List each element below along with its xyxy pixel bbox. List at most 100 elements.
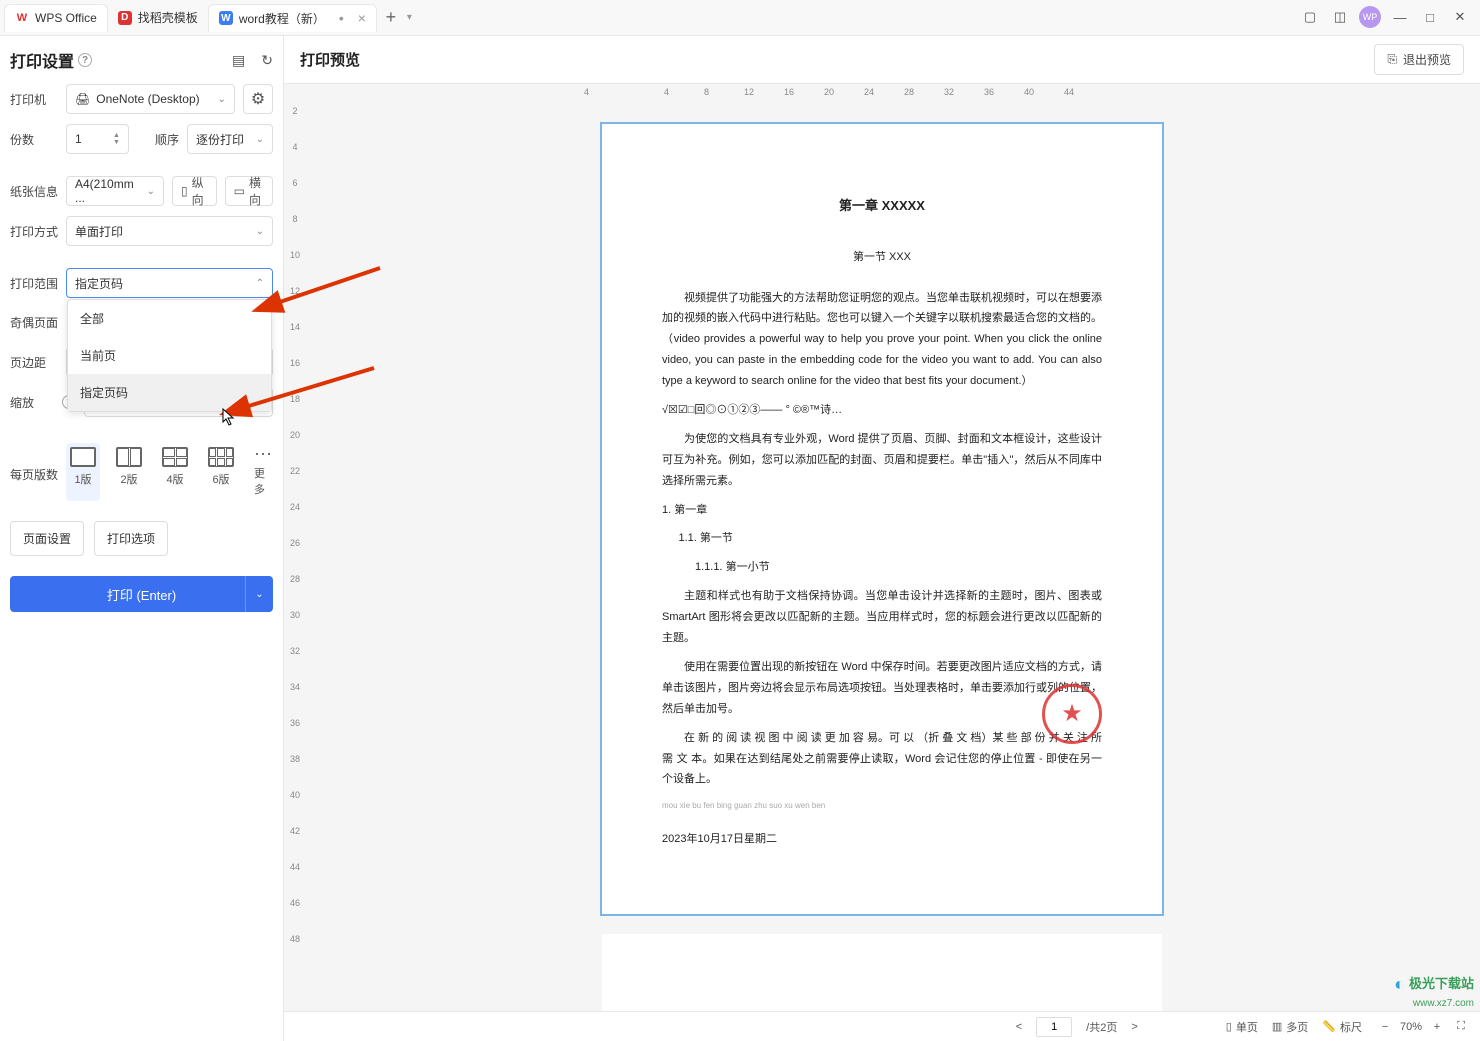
doc-paragraph: 在 新 的 阅 读 视 图 中 阅 读 更 加 容 易。可 以 （折 叠 文 档… <box>662 728 1102 791</box>
range-option-current[interactable]: 当前页 <box>68 337 271 374</box>
exit-preview-button[interactable]: ⎘ 退出预览 <box>1374 44 1464 75</box>
chevron-down-icon: ⌄ <box>218 94 226 105</box>
more-dots-icon: ⋯ <box>254 447 272 461</box>
maximize-button[interactable]: □ <box>1416 4 1444 30</box>
orientation-portrait[interactable]: ▯纵向 <box>172 176 217 206</box>
printer-icon: 🖨 <box>75 92 90 106</box>
layout-2up[interactable]: 2版 <box>112 443 146 501</box>
help-icon[interactable]: ? <box>78 53 92 67</box>
gear-icon: ⚙ <box>251 89 265 109</box>
spin-up-icon[interactable]: ▲ <box>113 132 120 139</box>
vertical-ruler: 2468101214161820222426283032343638404244… <box>288 84 302 1011</box>
doc-heading-1: 1. 第一章 <box>662 500 1102 521</box>
print-method-label: 打印方式 <box>10 223 58 240</box>
doc-paragraph: 主题和样式也有助于文档保持协调。当您单击设计并选择新的主题时，图片、图表或 Sm… <box>662 586 1102 649</box>
toggle-ruler[interactable]: 📏标尺 <box>1322 1019 1362 1035</box>
tab-bar: W WPS Office D 找稻壳模板 W word教程（新） • × + ▾… <box>0 0 1480 36</box>
zoom-fit-button[interactable]: ⛶ <box>1452 1018 1470 1036</box>
panel-toggle-icon[interactable]: ▢ <box>1296 4 1324 30</box>
panel-title: 打印设置 <box>10 48 74 72</box>
doc-heading-2: 1.1. 第一节 <box>662 528 1102 549</box>
cube-icon[interactable]: ◫ <box>1326 4 1354 30</box>
layout-icon[interactable]: ▤ <box>232 52 245 69</box>
doc-heading-3: 1.1.1. 第一小节 <box>662 557 1102 578</box>
print-preview-area: 打印预览 ⎘ 退出预览 2468101214161820222426283032… <box>284 36 1480 1041</box>
copies-label: 份数 <box>10 131 58 148</box>
layout-1up[interactable]: 1版 <box>66 443 100 501</box>
print-range-label: 打印范围 <box>10 275 58 292</box>
doc-paragraph: 使用在需要位置出现的新按钮在 Word 中保存时间。若要更改图片适应文档的方式，… <box>662 657 1102 720</box>
orientation-landscape[interactable]: ▭横向 <box>225 176 273 206</box>
paper-label: 纸张信息 <box>10 183 58 200</box>
template-icon: D <box>118 11 132 25</box>
paper-size-select[interactable]: A4(210mm ... ⌄ <box>66 176 164 206</box>
tab-list-dropdown[interactable]: ▾ <box>407 12 412 23</box>
print-options-button[interactable]: 打印选项 <box>94 521 168 556</box>
zoom-level: 70% <box>1400 1021 1422 1033</box>
chevron-down-icon: ⌄ <box>256 226 264 237</box>
spin-down-icon[interactable]: ▼ <box>113 139 120 146</box>
tab-document[interactable]: W word教程（新） • × <box>208 4 377 32</box>
scale-label: 缩放 <box>10 394 58 411</box>
print-settings-panel: 打印设置 ? ▤ ↻ 打印机 🖨OneNote (Desktop) ⌄ ⚙ 份数… <box>0 36 284 1041</box>
print-range-select[interactable]: 指定页码 ⌃ 全部 当前页 指定页码 <box>66 268 273 298</box>
range-option-specify[interactable]: 指定页码 <box>68 374 271 411</box>
printer-select[interactable]: 🖨OneNote (Desktop) ⌄ <box>66 84 235 114</box>
current-page-input[interactable] <box>1036 1017 1072 1037</box>
portrait-icon: ▯ <box>181 184 188 198</box>
single-page-icon: ▯ <box>1226 1020 1232 1033</box>
doc-paragraph: 视频提供了功能强大的方法帮助您证明您的观点。当您单击联机视频时，可以在想要添加的… <box>662 288 1102 392</box>
tab-dirty-icon: • <box>339 10 344 26</box>
doc-pinyin-note: mou xie bu fen bing guan zhu suo xu wen … <box>662 798 1102 813</box>
horizontal-ruler: 448121620242832364044 <box>304 84 1460 100</box>
tab-label: WPS Office <box>35 11 97 25</box>
printer-label: 打印机 <box>10 91 58 108</box>
nav-next-button[interactable]: > <box>1131 1021 1137 1033</box>
tab-close-icon[interactable]: × <box>358 10 366 26</box>
print-method-select[interactable]: 单面打印 ⌄ <box>66 216 273 246</box>
order-label: 顺序 <box>155 131 179 148</box>
landscape-icon: ▭ <box>234 184 245 198</box>
printer-settings-button[interactable]: ⚙ <box>243 84 273 114</box>
doc-paragraph: 为使您的文档具有专业外观，Word 提供了页眉、页脚、封面和文本框设计，这些设计… <box>662 429 1102 492</box>
page-setup-button[interactable]: 页面设置 <box>10 521 84 556</box>
status-bar: < /共2页 > ▯单页 ▥多页 📏标尺 − 70% + ⛶ <box>284 1011 1480 1041</box>
layout-6up[interactable]: 6版 <box>204 443 238 501</box>
zoom-in-button[interactable]: + <box>1428 1018 1446 1036</box>
doc-chapter-title: 第一章 XXXXX <box>662 194 1102 219</box>
watermark-logo-icon: ◐ <box>1394 972 1405 997</box>
doc-symbols: √☒☑□回◎⊙①②③—— ° ©®™诗… <box>662 400 1102 421</box>
exit-icon: ⎘ <box>1387 52 1397 67</box>
print-button-dropdown[interactable]: ⌄ <box>245 576 273 612</box>
odd-even-label: 奇偶页面 <box>10 314 58 331</box>
window-controls: ▢ ◫ WP — □ ✕ <box>1296 4 1474 30</box>
view-single-page[interactable]: ▯单页 <box>1226 1019 1258 1035</box>
zoom-out-button[interactable]: − <box>1376 1018 1394 1036</box>
margin-label: 页边距 <box>10 354 58 371</box>
tab-add-button[interactable]: + <box>377 4 405 32</box>
watermark: ◐极光下载站 www.xz7.com <box>1394 972 1474 1011</box>
user-avatar[interactable]: WP <box>1356 4 1384 30</box>
layout-4up[interactable]: 4版 <box>158 443 192 501</box>
minimize-button[interactable]: — <box>1386 4 1414 30</box>
wps-logo-icon: W <box>15 11 29 25</box>
range-option-all[interactable]: 全部 <box>68 300 271 337</box>
layout-more[interactable]: ⋯ 更多 <box>250 443 276 501</box>
ruler-icon: 📏 <box>1322 1020 1336 1033</box>
preview-page-1: 第一章 XXXXX 第一节 XXX 视频提供了功能强大的方法帮助您证明您的观点。… <box>602 124 1162 914</box>
order-select[interactable]: 逐份打印 ⌄ <box>187 124 273 154</box>
preview-page-2 <box>602 934 1162 1011</box>
chevron-up-icon: ⌃ <box>256 278 264 289</box>
tab-templates[interactable]: D 找稻壳模板 <box>108 4 208 32</box>
reset-icon[interactable]: ↻ <box>261 52 273 69</box>
page-total: /共2页 <box>1086 1019 1117 1035</box>
tab-label: word教程（新） <box>239 10 325 27</box>
nav-prev-button[interactable]: < <box>1016 1021 1022 1033</box>
multi-page-icon: ▥ <box>1272 1020 1282 1033</box>
copies-input[interactable]: 1 ▲▼ <box>66 124 129 154</box>
preview-title: 打印预览 <box>300 49 360 70</box>
print-button[interactable]: 打印 (Enter) ⌄ <box>10 576 273 612</box>
close-button[interactable]: ✕ <box>1446 4 1474 30</box>
view-multi-page[interactable]: ▥多页 <box>1272 1019 1308 1035</box>
tab-wps-home[interactable]: W WPS Office <box>4 4 108 32</box>
